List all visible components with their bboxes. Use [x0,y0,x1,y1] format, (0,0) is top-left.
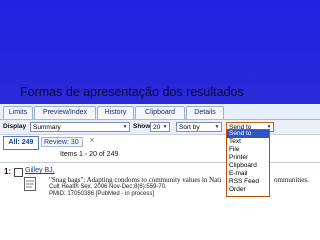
sort-select-value: Sort by [179,124,200,131]
tab-limits[interactable]: Limits [3,106,33,119]
tab-preview-index[interactable]: Preview/Index [34,106,96,119]
tab-history[interactable]: History [97,106,134,119]
result-author-link[interactable]: Gilley BJ, [25,167,55,174]
tab-details[interactable]: Details [186,106,224,119]
close-icon[interactable]: ✕ [89,138,95,144]
items-count: Items 1 - 20 of 249 [60,151,119,158]
slide-title: Formas de apresentação dos resultados [20,85,244,99]
menu-item-send-to[interactable]: Send to [227,130,269,138]
tab-review-results[interactable]: Review: 30 [41,137,83,147]
divider [0,162,320,163]
menu-item-file[interactable]: File [227,146,269,154]
menu-item-order[interactable]: Order [227,186,269,194]
show-select[interactable]: 20 ▼ [150,122,170,132]
result-number: 1: [4,167,12,176]
result-journal: Cult Health Sex. 2006 Nov-Dec;8(6):559-7… [49,184,167,190]
sort-select[interactable]: Sort by ▼ [176,122,222,132]
menu-item-clipboard[interactable]: Clipboard [227,162,269,170]
pubmed-screenshot: Limits Preview/Index History Clipboard D… [0,104,320,240]
chevron-down-icon: ▼ [214,124,220,130]
result-title-tail: ommunities. [274,176,309,184]
result-title: "Snag bags": Adapting condoms to communi… [49,176,222,184]
show-label: Show [133,123,151,130]
menu-item-text[interactable]: Text [227,138,269,146]
tab-all-results[interactable]: All: 249 [3,136,39,150]
result-checkbox[interactable] [14,168,23,177]
display-label: Display [3,123,27,130]
chevron-down-icon: ▼ [122,124,128,130]
menu-item-rss-feed[interactable]: RSS Feed [227,178,269,186]
result-pmid: PMID: 17050386 [PubMed - in process] [49,191,155,197]
show-select-value: 20 [153,124,161,131]
display-bar: Display Summary ▼ Show 20 ▼ Sort by ▼ Se… [0,120,320,135]
display-select[interactable]: Summary ▼ [30,122,130,132]
tab-clipboard[interactable]: Clipboard [135,106,185,119]
menu-item-printer[interactable]: Printer [227,154,269,162]
chevron-down-icon: ▼ [162,124,168,130]
display-select-value: Summary [33,124,61,131]
document-icon [24,177,36,191]
send-to-menu: Send to Text File Printer Clipboard E-ma… [226,129,270,197]
tab-bar: Limits Preview/Index History Clipboard D… [0,104,320,120]
menu-item-email[interactable]: E-mail [227,170,269,178]
